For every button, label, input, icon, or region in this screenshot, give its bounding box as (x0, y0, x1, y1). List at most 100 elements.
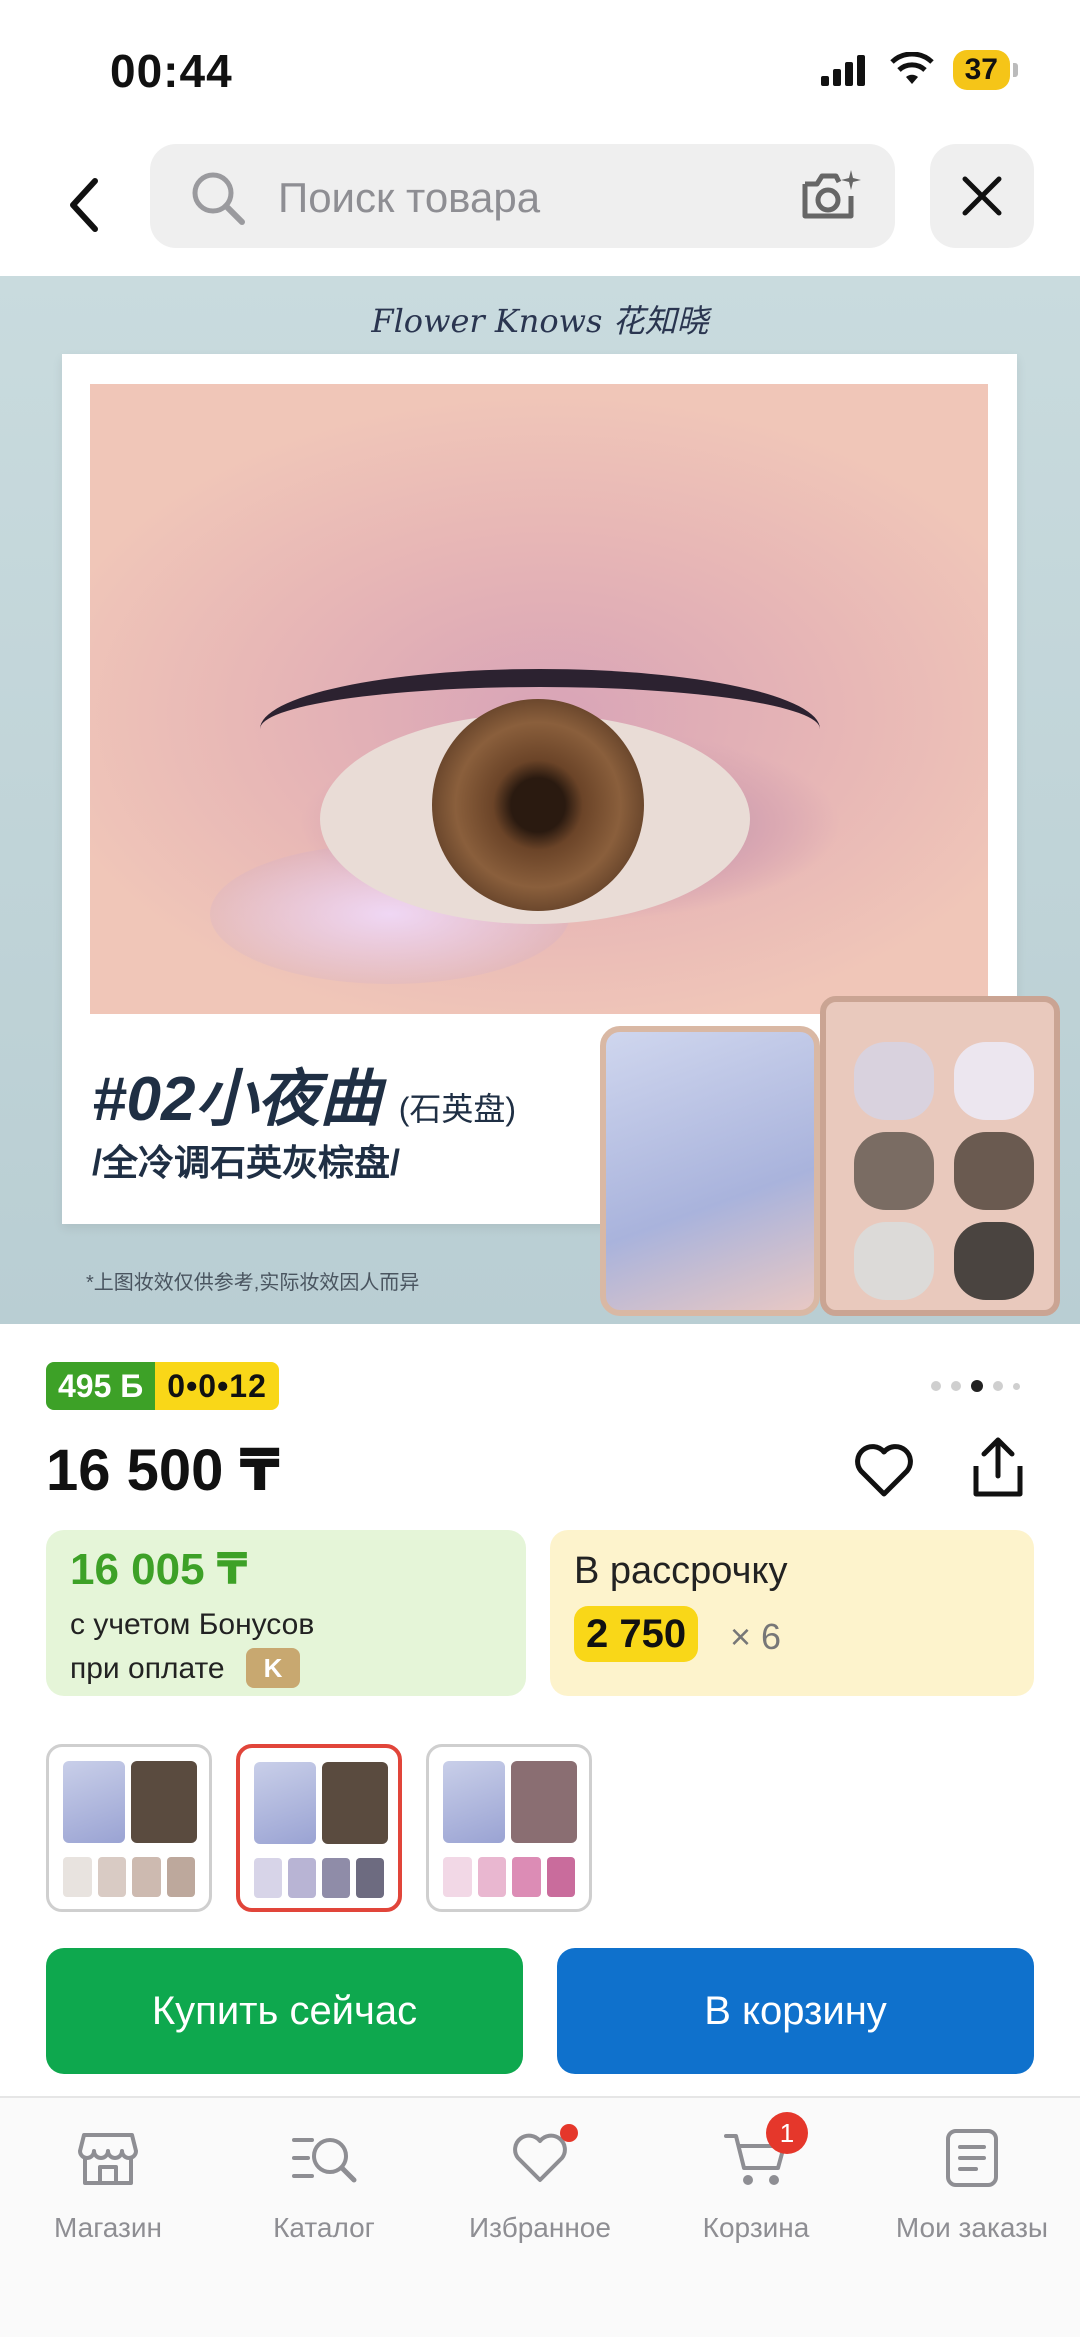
swatch (254, 1858, 282, 1898)
variant-option-02[interactable] (236, 1744, 402, 1912)
installment-label: В рассрочку (574, 1550, 788, 1592)
pan (954, 1042, 1034, 1120)
pan (854, 1042, 934, 1120)
pan (854, 1222, 934, 1300)
kaspi-logo-icon: K (246, 1648, 300, 1688)
swatch (63, 1857, 92, 1897)
hero-disclaimer: *上图妆效仅供参考,实际妆效因人而异 (86, 1272, 420, 1294)
hero-title: #02小夜曲 (石英盘) (92, 1048, 516, 1138)
bonus-badge: 495 Б (46, 1362, 156, 1410)
share-button[interactable] (966, 1434, 1030, 1502)
catalog-search-icon (292, 2138, 357, 2183)
pan (954, 1132, 1034, 1210)
back-button[interactable] (48, 160, 118, 250)
installment-monthly: 2 750 (574, 1606, 699, 1662)
search-header: Поиск товара (0, 140, 1080, 275)
pagination-dot (1013, 1382, 1020, 1390)
tab-favorites[interactable]: Избранное (432, 2118, 648, 2244)
palette-open-image (820, 996, 1060, 1316)
swatch (546, 1857, 575, 1897)
store-icon (78, 2133, 138, 2185)
swatch (512, 1857, 541, 1897)
swatch (132, 1857, 161, 1897)
eye-makeup-photo (90, 384, 988, 1014)
cart-icon-wrap: 1 (648, 2112, 864, 2198)
tab-shop[interactable]: Магазин (0, 2118, 216, 2244)
tab-label: Корзина (702, 2212, 810, 2243)
promo-badges: 495 Б 0•0•12 (46, 1362, 279, 1410)
variant-swatches (443, 1857, 575, 1897)
close-icon (962, 176, 1002, 216)
pagination-dot-active (971, 1380, 983, 1392)
buy-now-button[interactable]: Купить сейчас (46, 1948, 523, 2074)
pagination-dot (931, 1381, 941, 1391)
installment-card[interactable]: В рассрочку 2 750 × 6 (550, 1530, 1034, 1696)
pagination-dot (993, 1381, 1003, 1391)
hero-title-text: #02小夜曲 (92, 1065, 382, 1134)
favorite-button[interactable] (852, 1438, 916, 1502)
heart-icon (855, 1444, 913, 1497)
variant-selector (46, 1744, 592, 1912)
tab-label: Магазин (53, 2212, 162, 2243)
variant-option-03[interactable] (426, 1744, 592, 1912)
product-price: 16 500 ₸ (46, 1438, 280, 1503)
installment-badge: 0•0•12 (155, 1362, 279, 1410)
add-to-cart-button[interactable]: В корзину (557, 1948, 1034, 2074)
tab-label: Каталог (273, 2212, 375, 2243)
tab-catalog[interactable]: Каталог (216, 2118, 432, 2244)
bonus-caption-2: при оплате (70, 1652, 225, 1685)
swatch (288, 1858, 316, 1898)
hero-title-note: (石英盘) (398, 1091, 517, 1127)
hero-brand-logo: Flower Knows 花知晓 (371, 302, 709, 340)
pan (954, 1222, 1034, 1300)
tab-label: Избранное (469, 2212, 611, 2243)
variant-palette-image (254, 1762, 316, 1844)
tab-cart[interactable]: 1 Корзина (648, 2112, 864, 2244)
search-icon (192, 172, 245, 225)
share-icon (973, 1437, 1023, 1497)
installment-times: × 6 (730, 1616, 782, 1657)
bonus-caption-1: с учетом Бонусов (70, 1608, 315, 1641)
orders-icon-wrap (864, 2118, 1080, 2198)
hero-subtitle: /全冷调石英灰棕盘/ (92, 1142, 401, 1183)
variant-palette-image (63, 1761, 125, 1843)
variant-swatches (254, 1858, 384, 1898)
camera-search-icon[interactable] (799, 166, 863, 226)
cart-count-badge: 1 (766, 2112, 808, 2154)
swatch (356, 1858, 384, 1898)
palette-closed-image (600, 1026, 820, 1316)
variant-palette-image (131, 1761, 197, 1843)
status-icons: 37 (819, 50, 1019, 90)
favorites-icon-wrap (432, 2118, 648, 2198)
tab-orders[interactable]: Мои заказы (864, 2118, 1080, 2244)
variant-swatches (63, 1857, 195, 1897)
bonus-price: 16 005 ₸ (70, 1545, 248, 1594)
bonus-price-card[interactable]: 16 005 ₸ с учетом Бонусов при оплате K (46, 1530, 526, 1696)
search-input[interactable]: Поиск товара (150, 144, 895, 248)
status-time: 00:44 (110, 45, 233, 97)
battery-indicator: 37 (952, 50, 1019, 90)
notification-dot (560, 2124, 578, 2142)
variant-option-01[interactable] (46, 1744, 212, 1912)
swatch (443, 1857, 472, 1897)
tab-label: Мои заказы (895, 2212, 1049, 2243)
shop-icon-wrap (0, 2118, 216, 2198)
wifi-icon (889, 52, 934, 84)
pagination-dot (951, 1381, 961, 1391)
eyelash-line (260, 669, 820, 789)
variant-palette-image (443, 1761, 505, 1843)
product-image-gallery[interactable]: Flower Knows 花知晓 #02小夜曲 (石英盘) /全冷调石英灰棕盘/… (0, 276, 1080, 1324)
bottom-tab-bar: Магазин Каталог Избранное 1 Корзина Мои … (0, 2096, 1080, 2337)
search-placeholder: Поиск товара (278, 174, 541, 221)
gallery-pagination (931, 1380, 1020, 1392)
status-bar: 00:44 37 (0, 0, 1080, 140)
chevron-left-icon (70, 178, 98, 232)
orders-list-icon (946, 2129, 998, 2187)
variant-palette-image (322, 1762, 388, 1844)
close-button[interactable] (930, 144, 1034, 248)
pan (854, 1132, 934, 1210)
swatch (322, 1858, 350, 1898)
cellular-signal-icon (820, 55, 865, 86)
swatch (166, 1857, 195, 1897)
variant-palette-image (511, 1761, 577, 1843)
